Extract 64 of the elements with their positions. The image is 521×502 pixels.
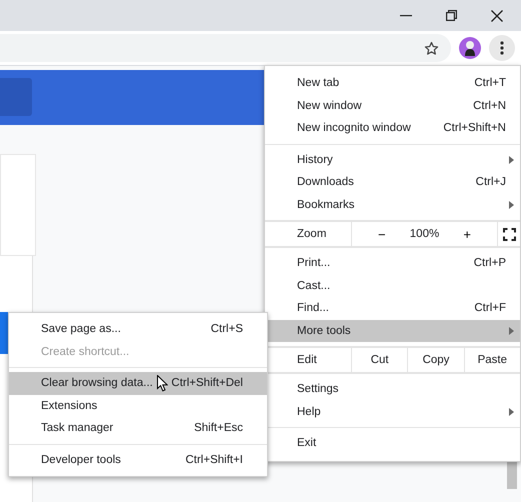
- menu-item[interactable]: Find... Ctrl+F: [265, 297, 520, 320]
- zoom-label: Zoom: [296, 227, 328, 242]
- edit-action-button[interactable]: Paste: [464, 348, 520, 372]
- edit-action-button[interactable]: Cut: [351, 348, 408, 372]
- shortcut-label: Ctrl+T: [474, 77, 506, 90]
- menu-icon: [500, 41, 504, 55]
- zoom-in-button[interactable]: +: [459, 226, 475, 242]
- avatar-icon[interactable]: [459, 37, 481, 59]
- zoom-value: 100%: [410, 228, 440, 240]
- menu-item[interactable]: Exit: [265, 432, 520, 454]
- menu-item[interactable]: Extensions: [9, 394, 267, 417]
- zoom-out-button[interactable]: −: [374, 226, 390, 242]
- fullscreen-icon: [502, 228, 516, 240]
- menu-item-label: Cast...: [297, 280, 330, 292]
- menu-item-label: Bookmarks: [297, 198, 355, 211]
- menu-item[interactable]: Task manager Shift+Esc: [9, 417, 267, 440]
- menu-item[interactable]: Help: [265, 400, 520, 423]
- menu-item-label: Developer tools: [41, 454, 121, 466]
- menu-item-label: History: [297, 154, 333, 166]
- menu-item-label: Clear browsing data...: [41, 377, 153, 390]
- shortcut-label: Ctrl+Shift+I: [185, 454, 243, 466]
- restore-icon[interactable]: [446, 10, 457, 21]
- menu-item[interactable]: Settings: [265, 378, 520, 400]
- menu-item-label: Print...: [297, 257, 330, 270]
- shortcut-label: Ctrl+J: [476, 176, 506, 188]
- shortcut-label: Ctrl+N: [473, 100, 506, 112]
- menu-item-label: Downloads: [297, 176, 354, 188]
- menu-button[interactable]: [489, 35, 515, 61]
- menu-item-label: More tools: [297, 324, 351, 337]
- menu-item[interactable]: Clear browsing data... Ctrl+Shift+Del: [9, 372, 267, 394]
- shortcut-label: Ctrl+F: [474, 302, 506, 314]
- menu-item-label: Create shortcut...: [41, 346, 130, 358]
- menu-item[interactable]: Cast...: [265, 274, 520, 297]
- menu-item[interactable]: History: [265, 148, 520, 171]
- menu-item[interactable]: Developer tools Ctrl+Shift+I: [9, 448, 267, 471]
- shortcut-label: Shift+Esc: [194, 422, 243, 434]
- menu-item[interactable]: Save page as... Ctrl+S: [9, 318, 267, 340]
- close-icon[interactable]: [491, 10, 503, 22]
- shortcut-label: Ctrl+S: [210, 323, 243, 336]
- menu-item-label: Save page as...: [41, 323, 121, 336]
- edit-label: Edit: [296, 353, 318, 368]
- menu-item[interactable]: New incognito window Ctrl+Shift+N: [265, 117, 520, 140]
- menu-item[interactable]: Downloads Ctrl+J: [265, 171, 520, 194]
- menu-item[interactable]: Print... Ctrl+P: [265, 252, 520, 274]
- shortcut-label: Ctrl+Shift+N: [443, 122, 506, 134]
- menu-item[interactable]: Bookmarks: [265, 194, 520, 216]
- shortcut-label: Ctrl+P: [474, 257, 506, 270]
- menu-item[interactable]: More tools: [265, 320, 520, 342]
- menu-item-label: Exit: [297, 437, 316, 450]
- menu-item-label: Help: [297, 406, 321, 418]
- menu-item-label: Find...: [297, 302, 329, 314]
- menu-item-label: New incognito window: [297, 122, 411, 134]
- star-icon[interactable]: [424, 40, 439, 56]
- menu-item-label: Extensions: [41, 400, 98, 412]
- menu-item-label: Settings: [297, 383, 339, 396]
- edit-action-button[interactable]: Copy: [407, 348, 464, 372]
- menu-item-label: Task manager: [41, 422, 114, 434]
- menu-item[interactable]: New window Ctrl+N: [265, 94, 520, 117]
- menu-item-label: New window: [297, 100, 362, 112]
- menu-item-label: New tab: [297, 77, 340, 90]
- banner-block: [0, 78, 32, 116]
- menu-item[interactable]: New tab Ctrl+T: [265, 72, 520, 94]
- minimize-icon[interactable]: [400, 14, 412, 16]
- shortcut-label: Ctrl+Shift+Del: [171, 377, 243, 390]
